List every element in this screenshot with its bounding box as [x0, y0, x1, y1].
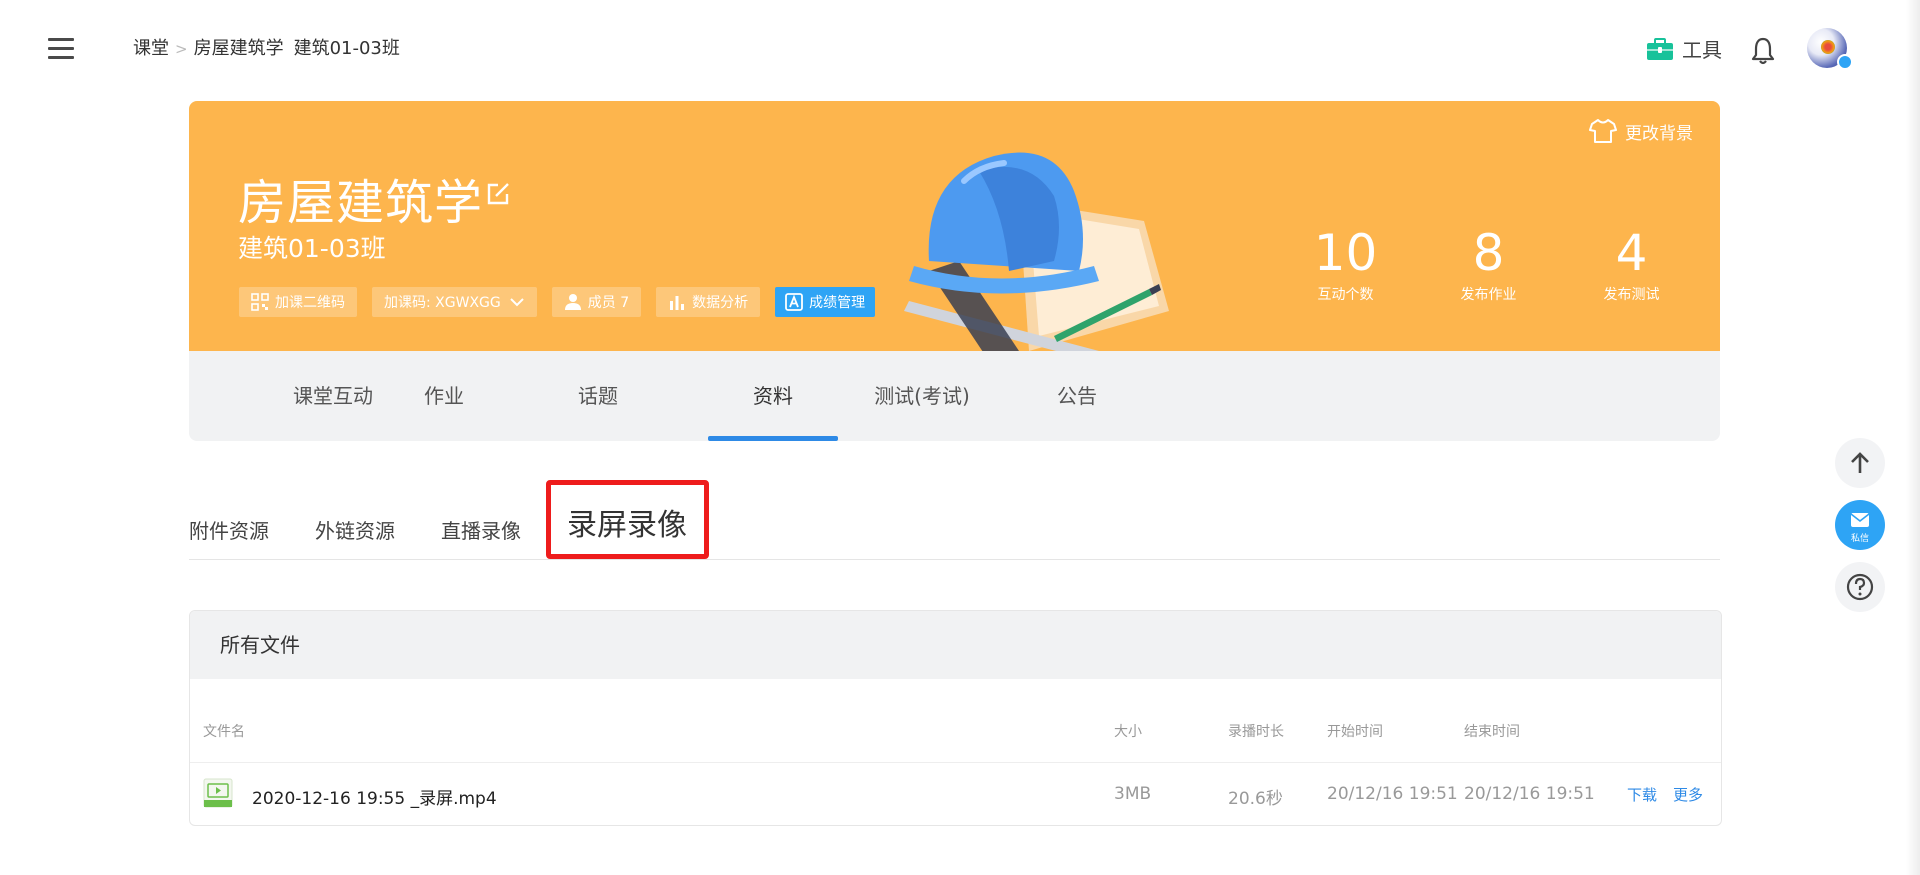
column-header-size: 大小: [1114, 724, 1142, 740]
class-name: 建筑01-03班: [238, 234, 386, 263]
tools-label: 工具: [1682, 38, 1722, 62]
help-button[interactable]: [1835, 562, 1885, 612]
notification-bell-icon[interactable]: [1749, 36, 1777, 66]
chevron-down-icon: [510, 298, 524, 307]
data-analysis-button[interactable]: 数据分析: [656, 287, 761, 317]
stat-tests[interactable]: 4 发布测试: [1560, 226, 1703, 304]
tab-announcements[interactable]: 公告: [1051, 351, 1103, 441]
scrollbar-track[interactable]: [1906, 0, 1920, 875]
red-highlight-box: [546, 480, 709, 559]
tab-tests[interactable]: 测试(考试): [870, 351, 974, 441]
download-link[interactable]: 下载: [1627, 784, 1657, 805]
verified-badge-icon: [1837, 54, 1853, 70]
hamburger-menu-icon[interactable]: [48, 38, 78, 62]
column-header-duration: 录播时长: [1228, 724, 1284, 740]
data-analysis-label: 数据分析: [692, 295, 749, 311]
panel-title: 所有文件: [190, 611, 1721, 679]
stat-interactions[interactable]: 10 互动个数: [1274, 226, 1417, 304]
header-divider: [190, 762, 1721, 763]
course-banner: 更改背景 房屋建筑学 建筑01-03班 加课二维码 加课码: XGWXGG 成员…: [189, 101, 1720, 351]
qr-code-label: 加课二维码: [275, 295, 345, 311]
grade-management-label: 成绩管理: [809, 295, 866, 311]
members-button[interactable]: 成员 7: [551, 287, 642, 317]
grade-management-button[interactable]: 成绩管理: [775, 287, 876, 317]
file-end-time: 20/12/16 19:51: [1464, 784, 1595, 804]
breadcrumb: 课堂 > 房屋建筑学 建筑01-03班: [133, 34, 400, 60]
change-background-label: 更改背景: [1625, 123, 1693, 144]
stat-label: 发布作业: [1460, 287, 1517, 303]
breadcrumb-class: 建筑01-03班: [293, 38, 400, 59]
scroll-to-top-button[interactable]: [1835, 438, 1885, 488]
avatar-image: [1821, 40, 1835, 54]
tab-materials[interactable]: 资料: [708, 351, 838, 441]
private-message-button[interactable]: 私信: [1835, 500, 1885, 550]
file-size: 3MB: [1114, 784, 1152, 804]
tshirt-icon: [1589, 119, 1617, 143]
stat-value: 4: [1615, 224, 1648, 282]
class-code-label: 加课码: XGWXGG: [384, 295, 501, 311]
column-header-name: 文件名: [203, 724, 245, 740]
file-start-time: 20/12/16 19:51: [1327, 784, 1458, 804]
page-root: 课堂 > 房屋建筑学 建筑01-03班 工具 更改背景 房屋建筑学 建筑01-0…: [0, 0, 1920, 875]
toolbox-icon: [1647, 37, 1673, 60]
video-file-icon: [203, 778, 233, 808]
stat-label: 互动个数: [1317, 287, 1374, 303]
subtab-external-links[interactable]: 外链资源: [315, 515, 395, 544]
tab-topics[interactable]: 话题: [567, 351, 629, 441]
file-name-link[interactable]: 2020-12-16 19:55 _录屏.mp4: [252, 784, 497, 809]
breadcrumb-root[interactable]: 课堂: [133, 38, 169, 59]
user-avatar[interactable]: [1807, 28, 1853, 70]
change-background-button[interactable]: 更改背景: [1589, 118, 1693, 144]
subtab-live-recordings[interactable]: 直播录像: [441, 515, 521, 544]
course-title: 房屋建筑学: [238, 175, 484, 231]
course-tabs: 课堂互动 作业 话题 资料 测试(考试) 公告: [189, 351, 1720, 441]
private-message-label: 私信: [1850, 534, 1869, 544]
stat-value: 10: [1313, 224, 1378, 282]
banner-actions: 加课二维码 加课码: XGWXGG 成员 7 数据分析 成绩管理: [239, 287, 890, 317]
top-bar: 课堂 > 房屋建筑学 建筑01-03班 工具: [0, 0, 1920, 98]
mail-icon: [1850, 513, 1870, 527]
subtab-attachments[interactable]: 附件资源: [189, 515, 269, 544]
qr-code-icon: [251, 293, 269, 311]
material-subtabs: 附件资源 外链资源 直播录像 录屏录像: [189, 478, 1720, 560]
qr-code-button[interactable]: 加课二维码: [239, 287, 357, 317]
grade-icon: [785, 293, 804, 311]
breadcrumb-separator: >: [175, 40, 188, 58]
stat-value: 8: [1472, 224, 1505, 282]
tab-homework[interactable]: 作业: [418, 351, 470, 441]
file-list-panel: 所有文件 文件名 大小 录播时长 开始时间 结束时间 2020-12-16 19…: [189, 610, 1722, 826]
arrow-up-icon: [1851, 452, 1869, 473]
edit-icon[interactable]: [485, 181, 511, 207]
person-icon: [564, 294, 581, 310]
tab-class-interaction[interactable]: 课堂互动: [275, 351, 391, 441]
members-label: 成员 7: [587, 295, 630, 311]
tools-button[interactable]: 工具: [1646, 34, 1722, 63]
breadcrumb-course[interactable]: 房屋建筑学: [194, 38, 284, 59]
file-duration: 20.6秒: [1228, 789, 1283, 809]
question-mark-icon: [1846, 573, 1874, 601]
column-header-start: 开始时间: [1327, 724, 1383, 740]
hard-hat-illustration: [904, 152, 1169, 351]
stat-label: 发布测试: [1603, 287, 1660, 303]
banner-stats: 10 互动个数 8 发布作业 4 发布测试: [1274, 226, 1703, 304]
stat-homework[interactable]: 8 发布作业: [1417, 226, 1560, 304]
more-link[interactable]: 更多: [1673, 784, 1703, 805]
column-header-end: 结束时间: [1464, 724, 1520, 740]
class-code-dropdown[interactable]: 加课码: XGWXGG: [372, 287, 537, 317]
bar-chart-icon: [670, 296, 685, 310]
